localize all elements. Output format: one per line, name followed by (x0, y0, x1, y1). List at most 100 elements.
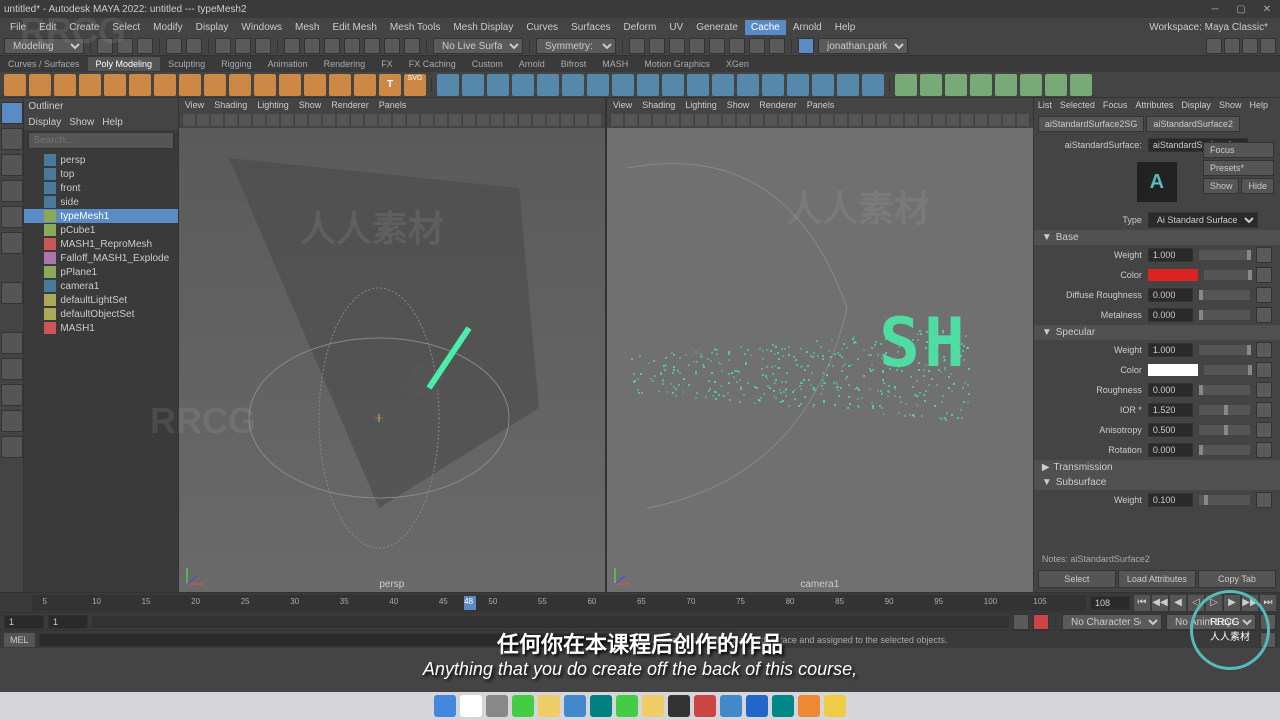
vp-toolbar-icon[interactable] (919, 114, 931, 126)
range-start-field[interactable] (4, 615, 44, 629)
dr-slider[interactable] (1199, 290, 1250, 300)
poly-cylinder-icon[interactable] (54, 74, 76, 96)
attr-focus[interactable]: Focus (1103, 100, 1128, 110)
vp-show[interactable]: Show (299, 100, 322, 110)
playblast-icon[interactable] (709, 38, 725, 54)
subsurface-section[interactable]: ▼ Subsurface (1034, 475, 1280, 490)
vp-toolbar-icon[interactable] (575, 114, 587, 126)
vp-shading[interactable]: Shading (214, 100, 247, 110)
vp-toolbar-icon[interactable] (933, 114, 945, 126)
extrude-icon[interactable] (637, 74, 659, 96)
vp-toolbar-icon[interactable] (505, 114, 517, 126)
wechat-icon[interactable] (616, 695, 638, 717)
vp2-renderer[interactable]: Renderer (759, 100, 797, 110)
vp-toolbar-icon[interactable] (751, 114, 763, 126)
save-scene-icon[interactable] (137, 38, 153, 54)
vp-toolbar-icon[interactable] (793, 114, 805, 126)
search-icon[interactable] (460, 695, 482, 717)
menu-select[interactable]: Select (106, 20, 146, 35)
vp-toolbar-icon[interactable] (225, 114, 237, 126)
multi-cut-icon[interactable] (812, 74, 834, 96)
shelf-tab-fx[interactable]: FX (373, 57, 401, 71)
rotate-tool[interactable] (1, 206, 23, 228)
outliner-item-side[interactable]: side (24, 195, 177, 209)
sculpt8-icon[interactable] (1070, 74, 1092, 96)
vp-toolbar-icon[interactable] (197, 114, 209, 126)
menu-edit-mesh[interactable]: Edit Mesh (326, 20, 382, 35)
map-icon8[interactable] (1256, 402, 1272, 418)
vp-toolbar-icon[interactable] (611, 114, 623, 126)
vp-view[interactable]: View (185, 100, 204, 110)
spec-roughness[interactable] (1148, 383, 1193, 397)
outliner-item-MASH1_ReproMesh[interactable]: MASH1_ReproMesh (24, 237, 177, 251)
vp-toolbar-icon[interactable] (961, 114, 973, 126)
layout-two-side[interactable] (1, 384, 23, 406)
ior[interactable] (1148, 403, 1193, 417)
ipr-icon[interactable] (649, 38, 665, 54)
outliner-item-pCube1[interactable]: pCube1 (24, 223, 177, 237)
poly-pyramid-icon[interactable] (204, 74, 226, 96)
anisotropy[interactable] (1148, 423, 1193, 437)
base-color[interactable] (1148, 269, 1198, 281)
smooth-icon[interactable] (512, 74, 534, 96)
vp-toolbar-icon[interactable] (253, 114, 265, 126)
mirror-icon[interactable] (537, 74, 559, 96)
light-editor-icon[interactable] (749, 38, 765, 54)
vp-toolbar-icon[interactable] (947, 114, 959, 126)
outliner-item-top[interactable]: top (24, 167, 177, 181)
pause-icon[interactable] (769, 38, 785, 54)
snap-view-icon[interactable] (384, 38, 400, 54)
vp-toolbar-icon[interactable] (639, 114, 651, 126)
timeline[interactable]: 48 5101520253035404550556065707580859095… (0, 592, 1280, 612)
shelf-tab-xgen[interactable]: XGen (718, 57, 757, 71)
outliner-item-MASH1[interactable]: MASH1 (24, 321, 177, 335)
menu-generate[interactable]: Generate (690, 20, 744, 35)
undo-icon[interactable] (166, 38, 182, 54)
attr-show[interactable]: Show (1219, 100, 1242, 110)
poly-plane-icon[interactable] (129, 74, 151, 96)
sculpt2-icon[interactable] (920, 74, 942, 96)
vscode-icon[interactable] (720, 695, 742, 717)
snap-curve-icon[interactable] (304, 38, 320, 54)
vp-panels[interactable]: Panels (379, 100, 407, 110)
sr-slider[interactable] (1199, 385, 1250, 395)
map-icon2[interactable] (1256, 267, 1272, 283)
poly-soccer-icon[interactable] (329, 74, 351, 96)
vp-toolbar-icon[interactable] (863, 114, 875, 126)
vp-toolbar-icon[interactable] (533, 114, 545, 126)
vp-toolbar-icon[interactable] (323, 114, 335, 126)
copy-tab-button[interactable]: Copy Tab (1198, 570, 1276, 588)
hypershade-icon[interactable] (689, 38, 705, 54)
symmetry-selector[interactable]: Symmetry: Off (536, 38, 616, 54)
menu-uv[interactable]: UV (663, 20, 689, 35)
menu-display[interactable]: Display (190, 20, 235, 35)
shelf-tab-sculpting[interactable]: Sculpting (160, 57, 213, 71)
sculpt3-icon[interactable] (945, 74, 967, 96)
vp-toolbar-icon[interactable] (393, 114, 405, 126)
target-weld-icon[interactable] (687, 74, 709, 96)
vp-toolbar-icon[interactable] (1003, 114, 1015, 126)
boolean-icon[interactable] (487, 74, 509, 96)
poly-type-icon[interactable]: T (379, 74, 401, 96)
app-icon[interactable] (694, 695, 716, 717)
key-icon[interactable] (1033, 614, 1049, 630)
vp-toolbar-icon[interactable] (849, 114, 861, 126)
map-icon5[interactable] (1256, 342, 1272, 358)
timeline-playhead[interactable]: 48 (464, 596, 476, 610)
menu-edit[interactable]: Edit (33, 20, 62, 35)
menu-curves[interactable]: Curves (520, 20, 564, 35)
minimize-button[interactable]: ─ (1202, 0, 1228, 18)
outliner-item-camera1[interactable]: camera1 (24, 279, 177, 293)
menu-help[interactable]: Help (829, 20, 862, 35)
outliner-item-persp[interactable]: persp (24, 153, 177, 167)
chrome-icon[interactable] (824, 695, 846, 717)
select-button[interactable]: Select (1038, 570, 1116, 588)
bevel-icon[interactable] (612, 74, 634, 96)
attr-tab-sg[interactable]: aiStandardSurface2SG (1038, 116, 1145, 132)
sculpt5-icon[interactable] (995, 74, 1017, 96)
shelf-tab-arnold[interactable]: Arnold (511, 57, 553, 71)
snap-grid-icon[interactable] (284, 38, 300, 54)
base-section[interactable]: ▼ Base (1034, 230, 1280, 245)
vp2-lighting[interactable]: Lighting (685, 100, 717, 110)
sw-slider[interactable] (1199, 345, 1250, 355)
